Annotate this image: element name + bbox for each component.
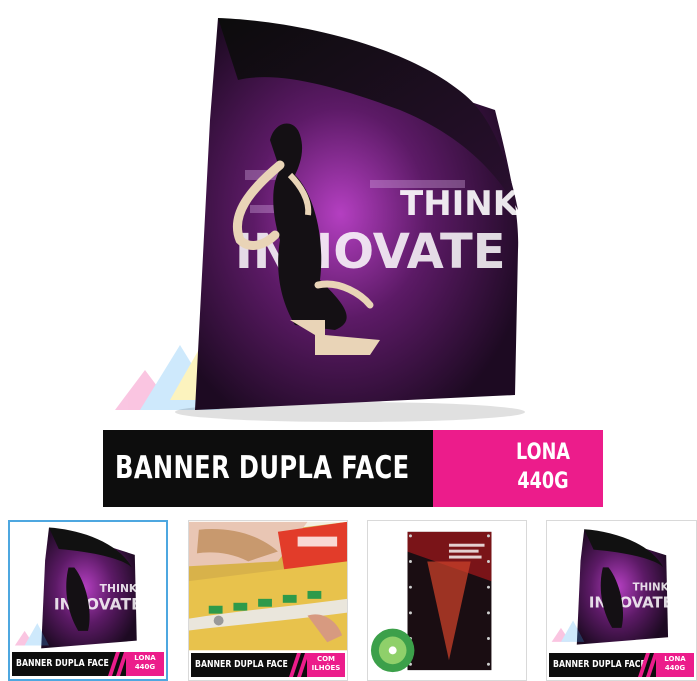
- thumbnail-gallery: INNOVATE THINK BANNER DUPLA FACE LONA 44…: [0, 520, 697, 681]
- thumbnail-2-label-bar: BANNER DUPLA FACE COM ILHÓES: [191, 653, 345, 677]
- thumbnail-2-tag: COM ILHÓES: [307, 655, 345, 673]
- banner-artwork: THINK INNOVATE: [115, 18, 525, 422]
- thumbnail-1-title: BANNER DUPLA FACE: [16, 658, 109, 669]
- thumbnail-4[interactable]: INNOVATE THINK BANNER DUPLA FACE LONA 44…: [546, 520, 697, 681]
- stripe-decoration: [638, 653, 656, 677]
- thumbnail-2-image: [189, 521, 347, 651]
- material-tag-line2: 440G: [517, 469, 569, 494]
- thumbnail-2[interactable]: BANNER DUPLA FACE COM ILHÓES: [188, 520, 348, 681]
- thumbnail-4-tag-line1: LONA: [664, 655, 686, 663]
- product-title: BANNER DUPLA FACE: [115, 450, 410, 486]
- art-think-text: THINK: [400, 184, 521, 224]
- product-title-bar: BANNER DUPLA FACE LONA 440G: [103, 430, 603, 507]
- stripe-decoration: [289, 653, 307, 677]
- thumbnail-1-image: INNOVATE THINK: [14, 527, 142, 649]
- thumb-4-art-text2: THINK: [633, 582, 670, 594]
- thumbnail-1-label-bar: BANNER DUPLA FACE LONA 440G: [12, 652, 164, 676]
- material-tag: LONA 440G: [495, 438, 591, 496]
- thumbnail-4-title: BANNER DUPLA FACE: [553, 659, 646, 670]
- thumbnail-4-image: INNOVATE THINK: [551, 529, 673, 645]
- thumbnail-3[interactable]: [367, 520, 527, 681]
- thumbnail-2-tag-line1: COM: [316, 655, 336, 663]
- main-product-image[interactable]: THINK INNOVATE BANNER DUPLA FACE LONA 44…: [100, 0, 605, 510]
- thumbnail-4-tag-line2: 440G: [664, 664, 686, 672]
- thumbnail-3-image: [368, 522, 526, 680]
- thumbnail-2-title: BANNER DUPLA FACE: [195, 659, 288, 670]
- thumbnail-1[interactable]: INNOVATE THINK BANNER DUPLA FACE LONA 44…: [8, 520, 168, 681]
- thumbnail-4-label-bar: BANNER DUPLA FACE LONA 440G: [549, 653, 694, 677]
- thumbnail-2-tag-line2: ILHÓES: [311, 664, 341, 672]
- material-tag-line1: LONA: [516, 440, 570, 465]
- thumbnail-4-tag: LONA 440G: [656, 655, 694, 673]
- thumbnail-1-tag-line1: LONA: [134, 654, 156, 662]
- stripe-decoration: [108, 652, 126, 676]
- thumbnail-1-tag: LONA 440G: [126, 654, 164, 672]
- thumbnail-1-tag-line2: 440G: [134, 663, 156, 671]
- thumb-1-art-text2: THINK: [100, 582, 138, 595]
